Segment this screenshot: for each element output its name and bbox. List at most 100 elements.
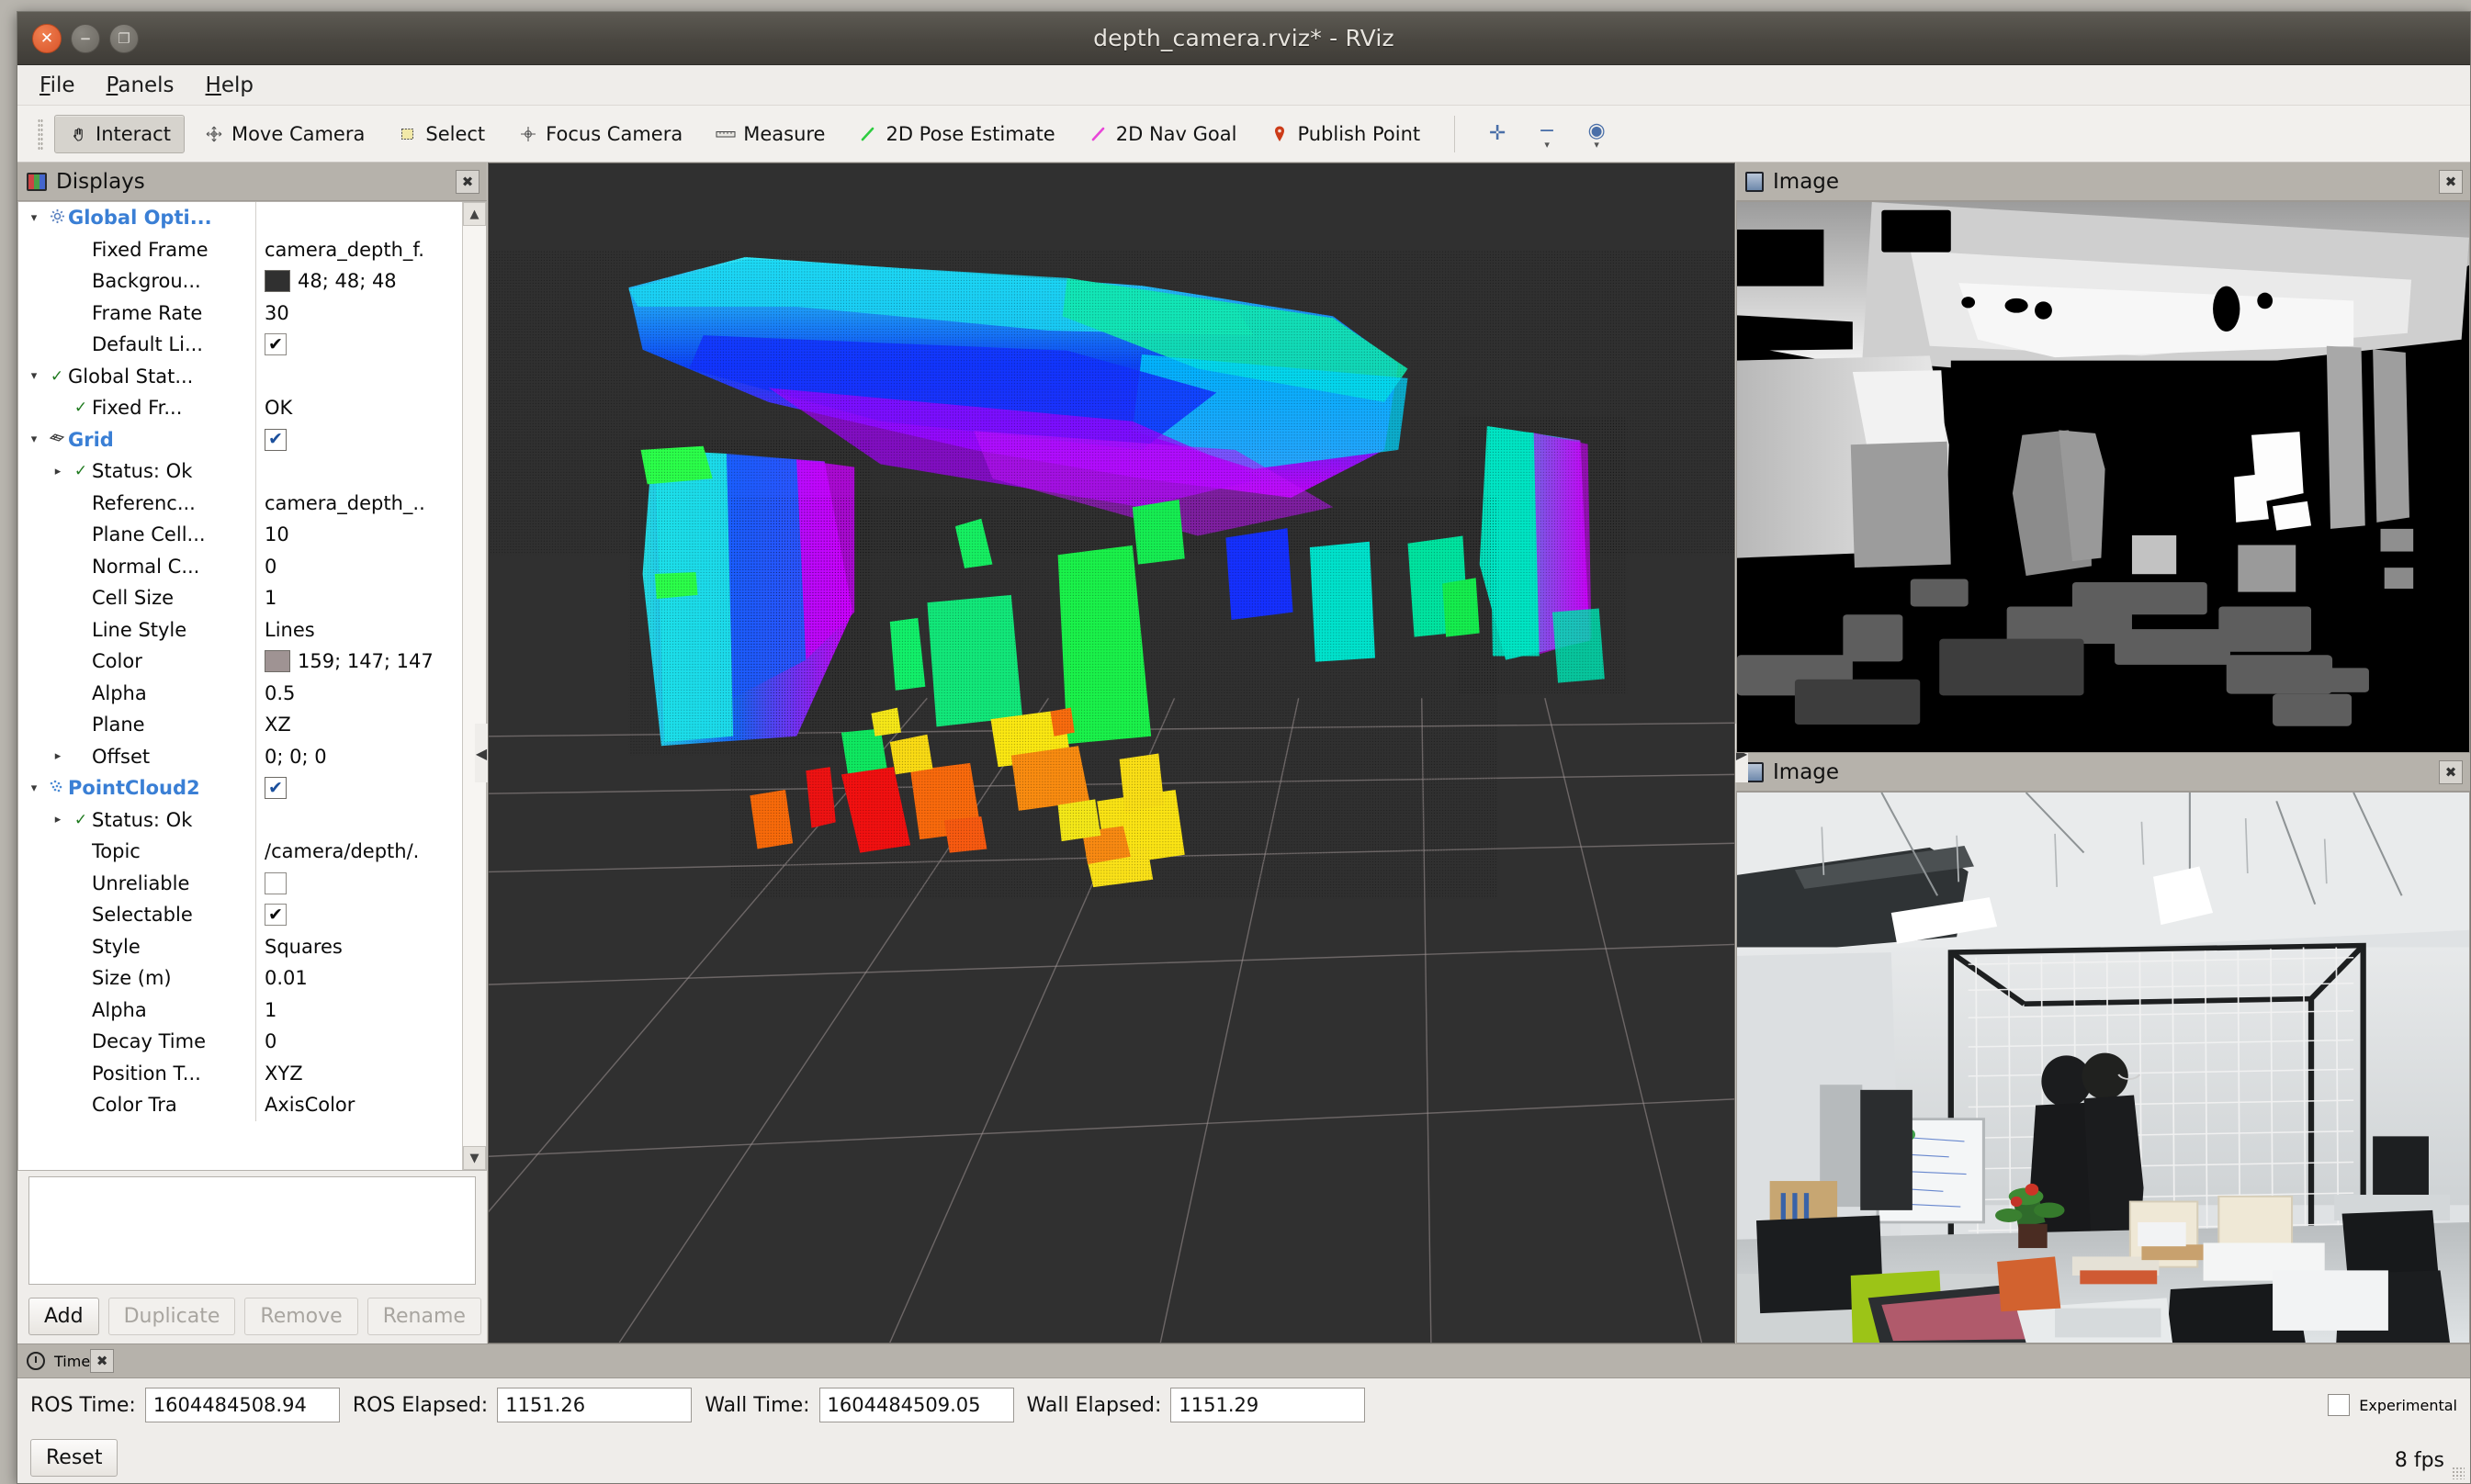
tool-measure[interactable]: Measure [702, 115, 839, 153]
tool-focus-camera[interactable]: Focus Camera [504, 115, 696, 153]
tool-properties-button[interactable]: ◉ ▾ [1574, 119, 1619, 150]
display-property-row[interactable]: Backgrou... 48; 48; 48 [18, 265, 462, 298]
expand-twisty-open[interactable]: ▾ [22, 369, 46, 383]
display-property-value[interactable]: Squares [255, 930, 462, 962]
display-property-row[interactable]: Frame Rate 30 [18, 297, 462, 329]
display-property-row[interactable]: Color Tra AxisColor [18, 1089, 462, 1121]
display-property-row[interactable]: Plane Cell... 10 [18, 519, 462, 551]
display-property-value[interactable]: 10 [255, 519, 462, 551]
close-window-icon[interactable]: ✕ [32, 23, 62, 53]
display-property-row[interactable]: Size (m) 0.01 [18, 962, 462, 995]
display-property-value[interactable] [255, 804, 462, 836]
resize-grip[interactable] [2452, 1467, 2465, 1479]
display-property-row[interactable]: Alpha 0.5 [18, 677, 462, 709]
display-property-value[interactable]: OK [255, 392, 462, 424]
tool-move-camera[interactable]: Move Camera [190, 115, 378, 153]
time-field-input[interactable]: 1151.26 [497, 1388, 693, 1422]
display-property-row[interactable]: Color 159; 147; 147 [18, 646, 462, 678]
display-property-value[interactable]: ✔ [255, 772, 462, 804]
depth-image-view[interactable] [1736, 201, 2470, 753]
display-property-row[interactable]: ▾ Grid ✔ [18, 423, 462, 455]
expand-twisty-closed[interactable]: ▸ [46, 813, 70, 826]
display-property-row[interactable]: ▸ Offset 0; 0; 0 [18, 740, 462, 772]
expand-twisty-open[interactable]: ▾ [22, 433, 46, 446]
display-property-value[interactable]: 159; 147; 147 [255, 646, 462, 678]
display-property-row[interactable]: Position T... XYZ [18, 1057, 462, 1089]
image-panel-rgb-close-icon[interactable]: ✖ [2439, 759, 2463, 784]
time-field-input[interactable]: 1604484508.94 [144, 1388, 340, 1422]
maximize-window-icon[interactable]: ❐ [109, 23, 139, 53]
add-button[interactable]: Add [28, 1297, 99, 1335]
time-field-input[interactable]: 1151.29 [1170, 1388, 1366, 1422]
experimental-toggle[interactable]: Experimental [2328, 1394, 2457, 1416]
display-property-value[interactable] [255, 455, 462, 488]
display-property-row[interactable]: Selectable ✔ [18, 899, 462, 931]
display-property-row[interactable]: Referenc... camera_depth_.. [18, 487, 462, 519]
display-property-value[interactable]: 1 [255, 582, 462, 614]
display-property-value[interactable]: ✔ [255, 329, 462, 361]
menu-file[interactable]: File [34, 72, 81, 99]
display-property-row[interactable]: ▾ ✓ Global Stat... [18, 360, 462, 392]
display-property-row[interactable]: ▸ ✓ Status: Ok [18, 455, 462, 488]
display-property-row[interactable]: Unreliable [18, 867, 462, 899]
minimize-window-icon[interactable]: − [71, 23, 100, 53]
display-property-value[interactable]: camera_depth_f. [255, 233, 462, 265]
scrollbar-track[interactable] [463, 226, 486, 1146]
expand-twisty-open[interactable]: ▾ [22, 781, 46, 795]
rgb-image-view[interactable] [1736, 792, 2470, 1343]
displays-tree-scrollbar[interactable]: ▲ ▼ [462, 202, 486, 1170]
display-property-value[interactable]: 30 [255, 297, 462, 329]
menu-panels[interactable]: Panels [101, 72, 180, 99]
expand-twisty-closed[interactable]: ▸ [46, 749, 70, 763]
menu-help[interactable]: Help [200, 72, 259, 99]
expand-twisty-open[interactable]: ▾ [22, 211, 46, 225]
chevron-up-icon[interactable]: ▲ [463, 202, 486, 226]
display-property-row[interactable]: Style Squares [18, 930, 462, 962]
displays-panel-close-icon[interactable]: ✖ [456, 169, 480, 194]
time-field-input[interactable]: 1604484509.05 [818, 1388, 1014, 1422]
display-property-value[interactable]: ✔ [255, 899, 462, 931]
display-property-value[interactable]: XZ [255, 709, 462, 741]
checkbox-checked[interactable]: ✔ [265, 333, 287, 356]
display-property-row[interactable]: ▾ PointCloud2 ✔ [18, 772, 462, 804]
tool-publish-point[interactable]: Publish Point [1256, 115, 1434, 153]
experimental-checkbox[interactable] [2328, 1394, 2351, 1416]
display-property-row[interactable]: ✓ Fixed Fr... OK [18, 392, 462, 424]
display-property-row[interactable]: Normal C... 0 [18, 550, 462, 582]
display-property-value[interactable]: 48; 48; 48 [255, 265, 462, 298]
display-property-value[interactable]: 1 [255, 994, 462, 1026]
expand-twisty-closed[interactable]: ▸ [46, 465, 70, 478]
display-property-value[interactable]: 0 [255, 1026, 462, 1058]
3d-render-view[interactable]: ◀ ▶ [475, 163, 1748, 1343]
time-panel-close-icon[interactable]: ✖ [90, 1349, 115, 1373]
display-property-value[interactable]: ✔ [255, 423, 462, 455]
add-tool-button[interactable]: ✛ [1475, 122, 1519, 145]
display-property-value[interactable]: 0.01 [255, 962, 462, 995]
tool-2d-pose-estimate[interactable]: 2D Pose Estimate [844, 115, 1068, 153]
tool-interact[interactable]: Interact [54, 114, 185, 153]
color-swatch[interactable] [265, 650, 290, 673]
display-property-row[interactable]: Default Li... ✔ [18, 329, 462, 361]
display-property-value[interactable]: 0; 0; 0 [255, 740, 462, 772]
image-panel-depth-close-icon[interactable]: ✖ [2439, 169, 2463, 194]
chevron-down-icon[interactable]: ▼ [463, 1146, 486, 1170]
display-property-row[interactable]: Decay Time 0 [18, 1026, 462, 1058]
reset-button[interactable]: Reset [30, 1438, 118, 1477]
display-property-value[interactable]: /camera/depth/. [255, 836, 462, 868]
display-property-row[interactable]: Fixed Frame camera_depth_f. [18, 233, 462, 265]
color-swatch[interactable] [265, 270, 290, 293]
display-property-row[interactable]: Line Style Lines [18, 613, 462, 646]
display-property-row[interactable]: Topic/camera/depth/. [18, 836, 462, 868]
display-property-row[interactable]: ▸ ✓ Status: Ok [18, 804, 462, 836]
tool-2d-nav-goal[interactable]: 2D Nav Goal [1075, 115, 1251, 153]
display-property-value[interactable]: 0 [255, 550, 462, 582]
displays-tree[interactable]: ▾ Global Opti... Fixed Frame camera_depth_f… [18, 202, 462, 1170]
toolbar-drag-handle[interactable] [38, 118, 43, 150]
display-property-value[interactable]: camera_depth_.. [255, 487, 462, 519]
display-property-row[interactable]: Alpha 1 [18, 994, 462, 1026]
display-property-value[interactable]: AxisColor [255, 1089, 462, 1121]
display-property-value[interactable]: Lines [255, 613, 462, 646]
display-property-row[interactable]: Cell Size 1 [18, 582, 462, 614]
checkbox-checked[interactable]: ✔ [265, 777, 287, 800]
display-property-value[interactable] [255, 202, 462, 234]
